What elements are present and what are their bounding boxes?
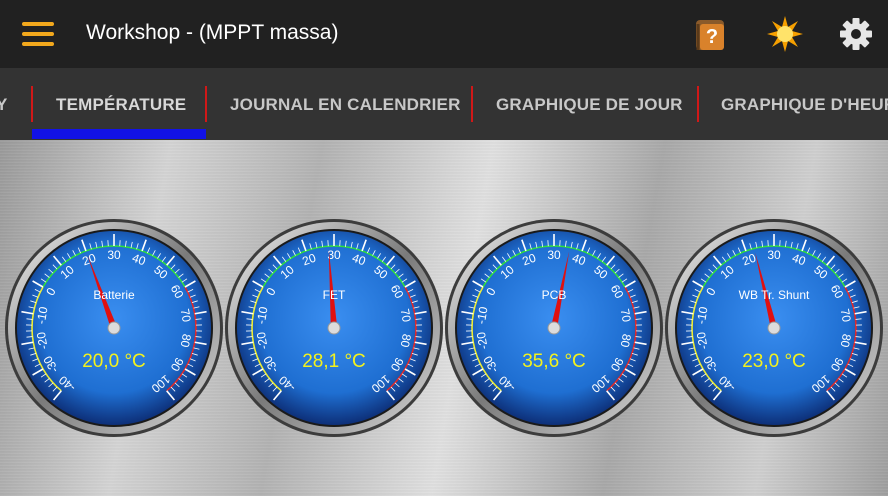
gauge-label: FET — [322, 288, 346, 302]
tick-label: 80 — [398, 333, 414, 349]
tab-separator — [205, 86, 207, 122]
gauge-pcb: -40 -30 -20 -10 0 10 20 30 40 50 60 70 80 90 100 PCB 35… — [444, 218, 664, 438]
svg-text:?: ? — [706, 26, 718, 48]
tab-graphique-jour[interactable]: GRAPHIQUE DE JOUR — [496, 68, 683, 140]
gauge-label: Batterie — [93, 288, 135, 302]
gauge-label: PCB — [541, 288, 567, 302]
tab-separator — [31, 86, 33, 122]
tab-separator — [697, 86, 699, 122]
tick-label: 70 — [398, 308, 414, 324]
needle-hub — [107, 321, 121, 335]
tick-label: 70 — [838, 308, 854, 324]
gauge-dial: -40-30-20-100102030405060708090100 — [225, 219, 443, 437]
gear-icon[interactable] — [836, 14, 876, 54]
tick-label: 30 — [767, 248, 781, 262]
needle-hub — [547, 321, 561, 335]
gauge-panel: -40-30-20-100102030405060708090100 Batte… — [0, 140, 888, 496]
tab-graphique-heure[interactable]: GRAPHIQUE D'HEURE — [721, 68, 888, 140]
gauge-batterie: -40-30-20-100102030405060708090100 Batte… — [4, 218, 224, 438]
gauge-value: 20,0 °C — [82, 351, 146, 372]
gauge-dial: -40-30-20-100102030405060708090100 — [5, 219, 223, 437]
help-book-icon[interactable]: ? — [692, 14, 732, 54]
gauge-wb-tr-shunt: -40 -30 -20 -10 0 10 20 30 40 50 60 70 80 90 100 WB Tr… — [664, 218, 884, 438]
needle-hub — [327, 321, 341, 335]
gauge-value: 35,6 °C — [522, 351, 586, 372]
hamburger-menu-icon[interactable] — [22, 22, 54, 46]
page-title: Workshop - (MPPT massa) — [86, 21, 339, 44]
gauge-dial: -40-30-20-100102030405060708090100 — [665, 219, 883, 437]
tick-label: 80 — [618, 333, 634, 349]
gauge-dial: -40-30-20-100102030405060708090100 — [445, 219, 663, 437]
tick-label: 80 — [178, 333, 194, 349]
tab-separator — [471, 86, 473, 122]
tick-label: 70 — [178, 308, 194, 324]
tick-label: 30 — [107, 248, 121, 262]
tab-journal-calendrier[interactable]: JOURNAL EN CALENDRIER — [230, 68, 461, 140]
tab-partial[interactable]: Y — [0, 68, 8, 140]
gauge-value: 23,0 °C — [742, 351, 806, 372]
gauge-label: WB Tr. Shunt — [738, 288, 810, 302]
sun-icon[interactable] — [765, 14, 805, 54]
tick-label: 30 — [547, 248, 561, 262]
tick-label: 80 — [838, 333, 854, 349]
gauge-fet: -40 -30 -20 -10 0 10 20 30 40 50 60 70 80 90 100 FET 28… — [224, 218, 444, 438]
active-tab-indicator — [32, 129, 206, 139]
app-bar: Workshop - (MPPT massa) ? — [0, 0, 888, 68]
tick-label: 70 — [618, 308, 634, 324]
gauge-value: 28,1 °C — [302, 351, 366, 372]
needle-hub — [767, 321, 781, 335]
